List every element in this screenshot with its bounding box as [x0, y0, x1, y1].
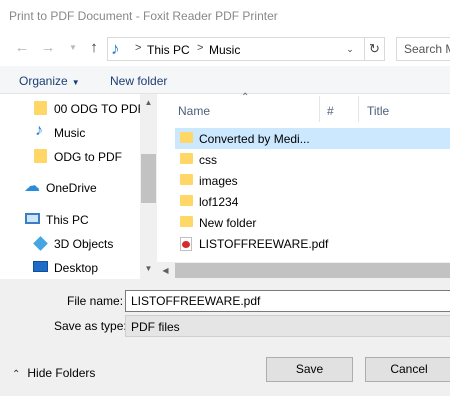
arrow-right-icon[interactable]: →: [39, 39, 57, 57]
desktop-icon: [33, 261, 48, 272]
breadcrumb-separator: >: [197, 42, 204, 54]
file-list-pane: ⌃ Name # Title Converted by Medi... css …: [157, 92, 450, 279]
file-name: lof1234: [199, 195, 239, 209]
breadcrumb-this-pc[interactable]: This PC: [147, 43, 190, 57]
title-bar: Print to PDF Document - Foxit Reader PDF…: [0, 0, 450, 32]
file-name: LISTOFFREEWARE.pdf: [199, 237, 329, 251]
sidebar-item-00-odg-to-pdf[interactable]: 00 ODG TO PDF: [0, 97, 145, 119]
column-title[interactable]: Title: [367, 104, 389, 118]
column-header: ⌃ Name # Title: [157, 92, 450, 124]
address-dropdown-icon[interactable]: ⌄: [342, 37, 358, 61]
navigation-pane: 00 ODG TO PDF ♪ Music ODG to PDF ☁ OneDr…: [0, 94, 157, 279]
scroll-up-icon[interactable]: ▲: [140, 96, 157, 110]
organize-button[interactable]: Organize ▼: [19, 74, 80, 88]
file-row[interactable]: New folder: [175, 212, 450, 233]
scroll-left-icon[interactable]: ◀: [157, 262, 174, 279]
sidebar-item-label: 00 ODG TO PDF: [54, 102, 145, 116]
sidebar-item-odg-to-pdf[interactable]: ODG to PDF: [0, 145, 140, 167]
breadcrumb-separator: >: [135, 42, 142, 54]
sidebar-item-3d-objects[interactable]: 3D Objects: [0, 232, 140, 254]
sidebar-item-this-pc[interactable]: This PC: [0, 208, 140, 230]
sort-ascending-icon: ⌃: [241, 92, 250, 103]
search-input[interactable]: [397, 38, 450, 60]
save-type-label: Save as type:: [54, 319, 127, 333]
folder-icon: [180, 153, 193, 164]
folder-icon: [34, 149, 47, 163]
command-toolbar: Organize ▼ New folder: [0, 66, 450, 94]
folder-icon: [180, 174, 193, 185]
column-divider[interactable]: [358, 96, 359, 122]
file-name-field[interactable]: [125, 290, 450, 312]
file-name: css: [199, 153, 217, 167]
arrow-left-icon[interactable]: ←: [13, 39, 31, 57]
music-icon: ♪: [111, 39, 120, 58]
file-name-input[interactable]: [126, 291, 450, 311]
hide-folders-button[interactable]: ⌃ Hide Folders: [12, 366, 95, 380]
scrollbar-thumb[interactable]: [175, 263, 450, 278]
search-box[interactable]: [396, 37, 450, 61]
file-row[interactable]: lof1234: [175, 191, 450, 212]
cloud-icon: ☁: [24, 178, 40, 195]
sidebar-item-label: ODG to PDF: [54, 150, 123, 164]
save-button[interactable]: Save: [266, 357, 353, 382]
save-form: File name: Save as type: PDF files ⌃Hide…: [0, 279, 450, 396]
chevron-up-icon: ⌃: [12, 369, 21, 380]
sidebar-item-label: Music: [54, 126, 86, 140]
scroll-down-icon[interactable]: ▼: [140, 262, 157, 276]
chevron-down-icon[interactable]: ▼: [64, 39, 82, 57]
sidebar-item-desktop[interactable]: Desktop: [0, 256, 140, 278]
file-name: Converted by Medi...: [199, 132, 310, 146]
caret-down-icon: ▼: [71, 78, 80, 87]
folder-icon: [34, 101, 47, 115]
navigation-bar: ← → ▼ ↑ ♪ > This PC > Music ⌄ ↻: [0, 32, 450, 66]
sidebar-item-label: OneDrive: [46, 181, 97, 195]
save-type-select[interactable]: PDF files: [125, 315, 450, 337]
save-type-value: PDF files: [131, 320, 180, 334]
pdf-file-icon: [180, 237, 192, 251]
column-divider[interactable]: [319, 96, 320, 122]
sidebar-item-music[interactable]: ♪ Music: [0, 121, 140, 143]
file-name: images: [199, 174, 238, 188]
file-row[interactable]: css: [175, 149, 450, 170]
sidebar-item-label: Desktop: [54, 261, 99, 275]
file-row[interactable]: Converted by Medi...: [175, 128, 450, 149]
scrollbar-thumb[interactable]: [141, 154, 156, 203]
column-name[interactable]: Name: [178, 104, 210, 118]
arrow-up-icon[interactable]: ↑: [85, 39, 103, 57]
file-name: New folder: [199, 216, 257, 230]
computer-icon: [25, 213, 40, 224]
music-icon: ♪: [35, 122, 43, 139]
folder-icon: [180, 216, 193, 227]
file-row[interactable]: LISTOFFREEWARE.pdf: [175, 233, 450, 254]
file-list-scrollbar[interactable]: ◀: [157, 262, 450, 279]
sidebar-item-label: 3D Objects: [54, 237, 114, 251]
folder-icon: [180, 132, 193, 143]
column-number[interactable]: #: [327, 104, 334, 118]
breadcrumb-music[interactable]: Music: [209, 43, 240, 57]
cube-icon: [33, 236, 48, 251]
file-row[interactable]: images: [175, 170, 450, 191]
navigation-scrollbar[interactable]: ▲ ▼: [140, 94, 157, 279]
refresh-icon[interactable]: ↻: [364, 37, 385, 61]
sidebar-item-label: This PC: [46, 213, 89, 227]
sidebar-item-onedrive[interactable]: ☁ OneDrive: [0, 176, 140, 198]
new-folder-button[interactable]: New folder: [110, 74, 167, 88]
file-name-label: File name:: [67, 294, 124, 308]
window-title: Print to PDF Document - Foxit Reader PDF…: [9, 9, 278, 23]
folder-icon: [180, 195, 193, 206]
cancel-button[interactable]: Cancel: [365, 357, 450, 382]
